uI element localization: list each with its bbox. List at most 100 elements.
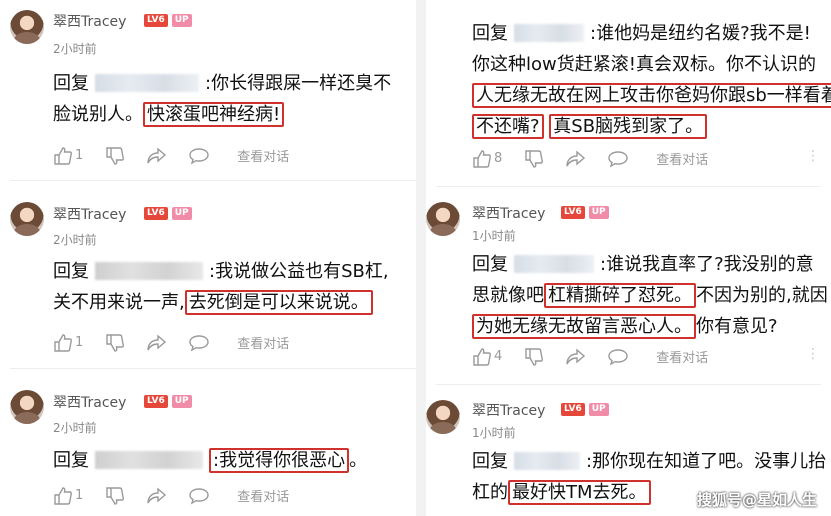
dislike-button[interactable]	[105, 333, 125, 352]
comment-text: 回复:你长得跟屎一样还臭不 脸说别人。 快滚蛋吧神经病!	[53, 68, 391, 130]
username[interactable]: 翠西Tracey	[53, 204, 126, 224]
divider	[10, 180, 416, 181]
avatar[interactable]	[426, 202, 460, 236]
comment-button[interactable]	[189, 487, 209, 505]
like-count: 1	[75, 148, 84, 163]
username[interactable]: 翠西Tracey	[472, 400, 545, 420]
action-bar: 4 查看对话	[472, 347, 708, 366]
timestamp: 2小时前	[53, 233, 97, 247]
avatar[interactable]	[10, 390, 44, 424]
comment-line: 杠的	[472, 482, 508, 503]
highlight-box: 去死倒是可以来说说。	[184, 290, 373, 315]
username[interactable]: 翠西Tracey	[53, 11, 126, 31]
level-badge: LV6	[144, 395, 168, 408]
share-button[interactable]	[147, 486, 167, 505]
share-button[interactable]	[147, 333, 167, 352]
dislike-button[interactable]	[524, 347, 544, 366]
highlight-box: 最好快TM去死。	[508, 480, 651, 505]
comment-button[interactable]	[189, 334, 209, 352]
up-badge: UP	[588, 403, 609, 416]
thumb-up-icon	[54, 146, 72, 165]
comment-line: :谁说我直率了?我没别的意	[600, 254, 814, 275]
thumb-down-icon	[106, 146, 125, 165]
view-conversation-link[interactable]: 查看对话	[237, 486, 289, 505]
comment-text: 回复:谁说我直率了?我没别的意 思就像吧 杠精撕碎了怼死。 不因为别的,就因 为她无…	[472, 249, 828, 342]
level-badge: LV6	[561, 206, 585, 219]
comment-card: 翠西Tracey LV6 UP 2小时前 回复:我说做公益也有SB杠, 关不用来…	[0, 190, 416, 365]
highlight-box: 为她无缘无故留言恶心人。	[472, 314, 696, 339]
share-button[interactable]	[566, 149, 586, 168]
highlight-box: 人无缘无故在网上攻击你爸妈你跟sb一样看着	[472, 83, 831, 108]
redacted-username	[514, 452, 580, 470]
action-bar: 8 查看对话	[472, 149, 708, 168]
redacted-username	[514, 255, 594, 273]
comment-card: 翠西Tracey LV6 UP 2小时前 回复:你长得跟屎一样还臭不 脸说别人。…	[0, 0, 416, 178]
view-conversation-link[interactable]: 查看对话	[237, 146, 289, 165]
share-icon	[147, 486, 167, 503]
more-options-icon[interactable]: ⋮	[806, 149, 820, 163]
reply-prefix: 回复	[53, 261, 89, 282]
watermark: 搜狐号@星如人生	[696, 491, 817, 509]
username[interactable]: 翠西Tracey	[472, 203, 545, 223]
share-button[interactable]	[147, 146, 167, 165]
comment-card: 翠西Tracey LV6 UP 1小时前 回复:谁说我直率了?我没别的意 思就像…	[426, 192, 831, 382]
view-conversation-link[interactable]: 查看对话	[656, 149, 708, 168]
comment-card: 翠西Tracey LV6 UP 2小时前 回复:我觉得你很恶心。 1 查看对话	[0, 378, 416, 516]
like-count: 8	[494, 151, 503, 166]
timestamp: 2小时前	[53, 421, 97, 435]
username[interactable]: 翠西Tracey	[53, 392, 126, 412]
comment-line: 你这种low货赶紧滚!真会双标。你不认识的	[472, 54, 816, 75]
thumb-up-icon	[473, 347, 491, 366]
like-button[interactable]: 8	[472, 149, 503, 168]
dislike-button[interactable]	[105, 146, 125, 165]
redacted-username	[514, 24, 584, 42]
like-button[interactable]: 1	[53, 486, 83, 505]
more-options-icon[interactable]: ⋮	[806, 347, 820, 361]
view-conversation-link[interactable]: 查看对话	[656, 347, 708, 366]
avatar[interactable]	[426, 400, 460, 434]
badge-group: LV6 UP	[144, 207, 192, 220]
thumb-up-icon	[54, 333, 72, 352]
level-badge: LV6	[144, 207, 168, 220]
redacted-username	[95, 262, 203, 280]
redacted-username	[95, 451, 203, 469]
speech-bubble-icon	[608, 348, 628, 365]
comment-line: 不因为别的,就因	[696, 285, 828, 306]
thumb-down-icon	[525, 347, 544, 366]
like-button[interactable]: 1	[53, 146, 84, 165]
like-button[interactable]: 4	[472, 347, 503, 366]
action-bar: 1 查看对话	[53, 333, 289, 352]
thumb-down-icon	[106, 333, 125, 352]
comment-button[interactable]	[608, 348, 628, 366]
level-badge: LV6	[561, 403, 585, 416]
dislike-button[interactable]	[524, 149, 544, 168]
thumb-up-icon	[54, 486, 72, 505]
divider	[436, 186, 821, 187]
dislike-button[interactable]	[105, 486, 125, 505]
reply-prefix: 回复	[472, 451, 508, 472]
reply-prefix: 回复	[472, 23, 508, 44]
comment-text: 回复:我觉得你很恶心。	[53, 445, 367, 476]
like-count: 4	[494, 349, 503, 364]
avatar[interactable]	[10, 10, 44, 44]
comment-button[interactable]	[189, 147, 209, 165]
timestamp: 2小时前	[53, 42, 97, 56]
avatar[interactable]	[10, 202, 44, 236]
badge-group: LV6 UP	[561, 206, 609, 219]
comment-text: 回复:谁他妈是纽约名媛?我不是! 你这种low货赶紧滚!真会双标。你不认识的 人…	[472, 18, 831, 142]
divider	[10, 368, 416, 369]
highlight-box: :我觉得你很恶心	[209, 448, 350, 473]
reply-prefix: 回复	[53, 73, 89, 94]
view-conversation-link[interactable]: 查看对话	[237, 333, 289, 352]
share-button[interactable]	[566, 347, 586, 366]
comment-line: 关不用来说一声,	[53, 292, 185, 313]
comment-line: 你有意见?	[696, 316, 778, 337]
comment-text: 回复:我说做公益也有SB杠, 关不用来说一声, 去死倒是可以来说说。	[53, 256, 389, 318]
highlight-box: 真SB脑残到家了。	[549, 114, 708, 139]
comment-button[interactable]	[608, 150, 628, 168]
redacted-username	[95, 74, 199, 92]
highlight-box: 快滚蛋吧神经病!	[143, 102, 285, 127]
like-button[interactable]: 1	[53, 333, 83, 352]
highlight-box: 不还嘴?	[472, 114, 544, 139]
share-icon	[147, 146, 167, 163]
